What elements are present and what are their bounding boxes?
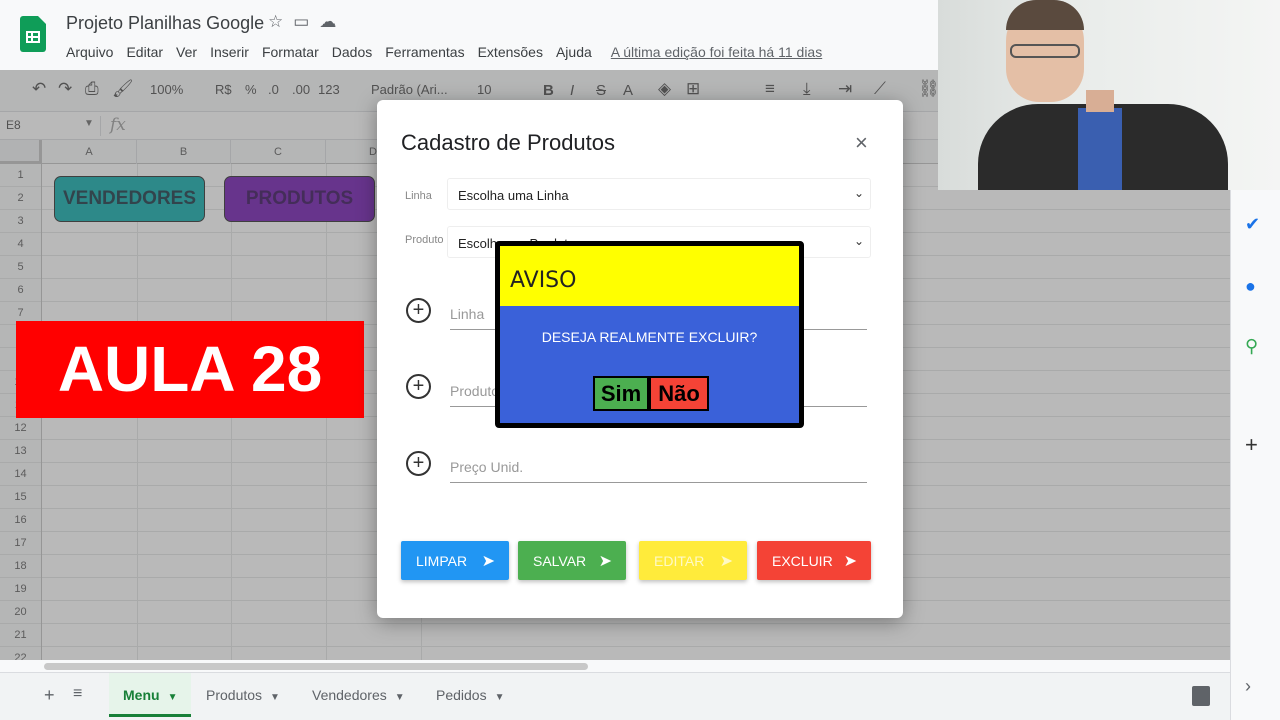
preco-input[interactable]: Preço Unid. <box>450 453 867 483</box>
menu-editar[interactable]: Editar <box>126 44 163 60</box>
produto-placeholder: Produto <box>450 383 500 399</box>
editar-label: EDITAR <box>654 553 705 569</box>
salvar-button[interactable]: SALVAR ➤ <box>518 541 626 580</box>
tab-label: Vendedores <box>312 687 387 703</box>
alert-title: AVISO <box>510 268 577 293</box>
send-icon: ➤ <box>481 553 495 570</box>
salvar-label: SALVAR <box>533 553 587 569</box>
last-edit-link[interactable]: A última edição foi feita há 11 dias <box>611 44 822 60</box>
contacts-icon[interactable]: ● <box>1245 276 1256 297</box>
lesson-banner: AULA 28 <box>16 321 364 418</box>
menu-ajuda[interactable]: Ajuda <box>556 44 592 60</box>
tab-label: Pedidos <box>436 687 487 703</box>
menu-arquivo[interactable]: Arquivo <box>66 44 113 60</box>
limpar-button[interactable]: LIMPAR ➤ <box>401 541 509 580</box>
produto-label: Produto <box>405 234 444 246</box>
menu-extensoes[interactable]: Extensões <box>478 44 543 60</box>
alert-header: AVISO <box>500 246 799 306</box>
tasks-icon[interactable]: ✔ <box>1245 214 1260 235</box>
tab-produtos[interactable]: Produtos ▼ <box>192 673 294 717</box>
webcam-overlay <box>938 0 1280 190</box>
send-icon: ➤ <box>719 553 733 570</box>
alert-message: DESEJA REALMENTE EXCLUIR? <box>541 329 758 345</box>
add-addon-icon[interactable]: + <box>1245 432 1258 458</box>
dialog-title: Cadastro de Produtos <box>401 130 616 155</box>
chevron-down-icon: ▼ <box>270 692 280 703</box>
confirm-yes-button[interactable]: Sim <box>593 376 649 411</box>
linha-label: Linha <box>405 190 432 202</box>
linha-select-value: Escolha uma Linha <box>458 188 569 203</box>
presenter-glasses <box>1010 44 1080 58</box>
tab-vendedores[interactable]: Vendedores ▼ <box>298 673 419 717</box>
chevron-down-icon: ▼ <box>394 692 405 703</box>
cloud-status-icon[interactable]: ☁ <box>319 12 346 31</box>
linha-placeholder: Linha <box>450 306 485 322</box>
title-icons: ☆▭☁ <box>268 12 346 32</box>
chevron-down-icon: ▼ <box>494 692 505 703</box>
tab-menu[interactable]: Menu ▼ <box>109 673 192 717</box>
tab-label: Produtos <box>206 687 263 703</box>
preco-placeholder: Preço Unid. <box>450 459 524 475</box>
add-sheet-icon[interactable]: + <box>44 685 55 706</box>
expand-panel-icon[interactable]: › <box>1245 676 1251 697</box>
presenter-shirt <box>1078 108 1122 190</box>
limpar-label: LIMPAR <box>416 553 468 569</box>
sheet-tabs-bar: + ≡ Menu ▼ Produtos ▼ Vendedores ▼ Pedidos ▼ <box>0 672 1230 720</box>
menu-ferramentas[interactable]: Ferramentas <box>385 44 464 60</box>
star-icon[interactable]: ☆ <box>268 12 293 31</box>
chevron-down-icon: ▼ <box>167 692 178 703</box>
tab-label: Menu <box>123 687 160 703</box>
sheets-logo-icon[interactable] <box>20 16 46 52</box>
tab-pedidos[interactable]: Pedidos ▼ <box>422 673 519 717</box>
menu-ver[interactable]: Ver <box>176 44 197 60</box>
add-circle-icon[interactable]: + <box>406 374 431 399</box>
maps-icon[interactable]: ⚲ <box>1245 336 1258 357</box>
horizontal-scrollbar[interactable] <box>0 660 1230 672</box>
side-panel: ✔ ● ⚲ + › <box>1230 190 1280 720</box>
menu-bar: Arquivo Editar Ver Inserir Formatar Dado… <box>66 44 835 60</box>
confirm-no-button[interactable]: Não <box>649 376 709 411</box>
document-title[interactable]: Projeto Planilhas Google <box>66 13 264 34</box>
menu-formatar[interactable]: Formatar <box>262 44 319 60</box>
menu-inserir[interactable]: Inserir <box>210 44 249 60</box>
chevron-down-icon: ⌄ <box>853 186 864 200</box>
presenter-hair <box>1006 0 1084 30</box>
close-icon[interactable]: × <box>855 130 868 156</box>
all-sheets-icon[interactable]: ≡ <box>73 685 82 703</box>
excluir-button[interactable]: EXCLUIR ➤ <box>757 541 871 580</box>
scroll-thumb[interactable] <box>44 663 588 670</box>
confirm-delete-alert: AVISO DESEJA REALMENTE EXCLUIR? Sim Não <box>495 241 804 428</box>
menu-dados[interactable]: Dados <box>332 44 372 60</box>
presenter-neck <box>1086 90 1114 112</box>
editar-button[interactable]: EDITAR ➤ <box>639 541 747 580</box>
add-circle-icon[interactable]: + <box>406 298 431 323</box>
folder-move-icon[interactable]: ▭ <box>293 12 319 31</box>
add-circle-icon[interactable]: + <box>406 451 431 476</box>
send-icon: ➤ <box>598 553 612 570</box>
chevron-down-icon: ⌄ <box>853 234 864 248</box>
explore-icon[interactable] <box>1192 686 1210 706</box>
excluir-label: EXCLUIR <box>772 553 833 569</box>
linha-select[interactable]: Escolha uma Linha ⌄ <box>447 178 871 210</box>
send-icon: ➤ <box>843 553 857 570</box>
